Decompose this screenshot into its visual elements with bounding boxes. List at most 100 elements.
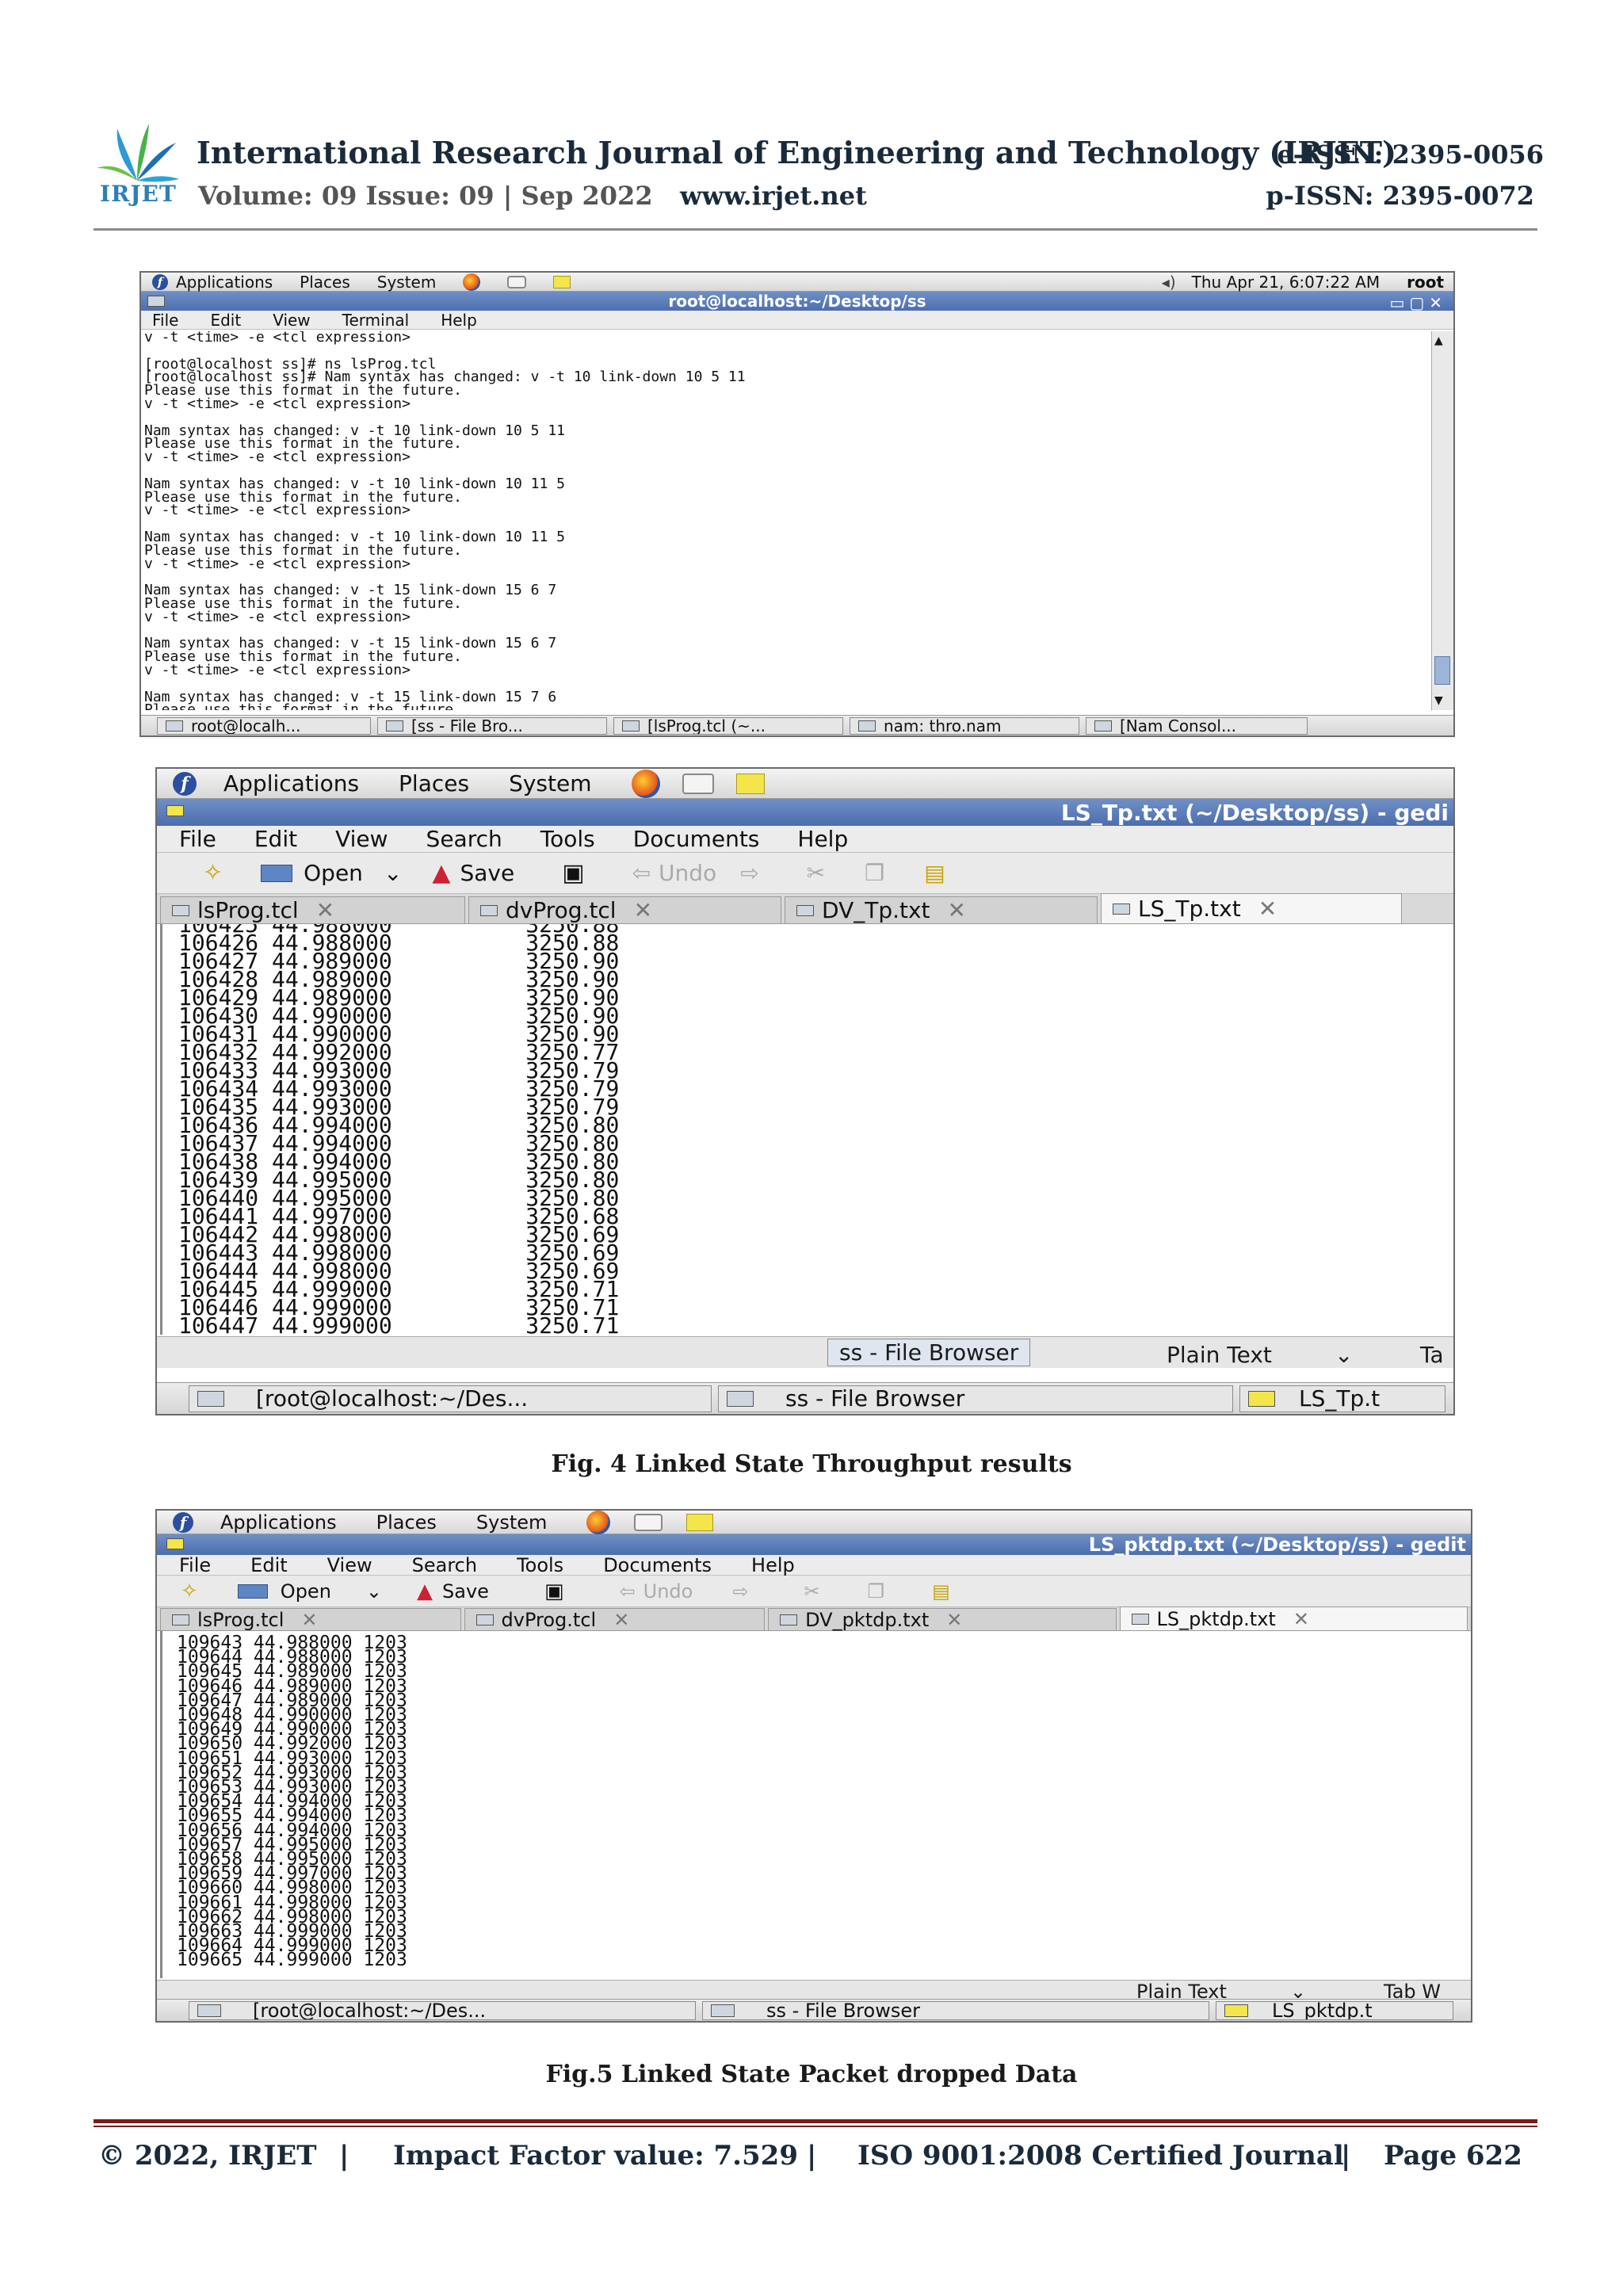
new-file-icon[interactable]: ✧	[181, 1580, 198, 1603]
task-terminal[interactable]: root@localh...	[157, 716, 371, 735]
mail-icon[interactable]	[507, 275, 527, 288]
panel-places[interactable]: Places	[376, 1511, 437, 1534]
tab-dvprog[interactable]: dvProg.tcl ✕	[468, 896, 781, 923]
tab-dv-pktdp[interactable]: DV_pktdp.txt ✕	[768, 1608, 1117, 1631]
menu-view[interactable]: View	[335, 826, 388, 852]
panel-clock[interactable]: Thu Apr 21, 6:07:22 AM	[1192, 273, 1380, 292]
close-tab-icon[interactable]: ✕	[316, 897, 334, 923]
print-icon[interactable]: ▣	[544, 1580, 564, 1603]
task-file-browser[interactable]: ss - File Browser	[702, 2000, 1209, 2020]
undo-button[interactable]: Undo	[643, 1580, 693, 1603]
tab-lsprog[interactable]: lsProg.tcl ✕	[160, 1608, 461, 1631]
gedit-text-area[interactable]: 109643 44.988000 1203 109644 44.988000 12…	[160, 1631, 1469, 1978]
open-dropdown-icon[interactable]: ⌄	[366, 1580, 382, 1603]
window-controls-icon[interactable]: ▭▢✕	[1389, 293, 1447, 312]
menu-documents[interactable]: Documents	[633, 826, 760, 852]
panel-places[interactable]: Places	[300, 273, 350, 292]
open-folder-icon[interactable]	[237, 1584, 268, 1599]
save-icon[interactable]: ▲	[417, 1580, 433, 1603]
copy-icon[interactable]: ❐	[865, 860, 884, 886]
mail-icon[interactable]	[682, 773, 714, 794]
task-lsprog[interactable]: [lsProg.tcl (~...	[613, 716, 843, 735]
menu-edit[interactable]: Edit	[210, 311, 241, 330]
save-icon[interactable]: ▲	[432, 859, 450, 887]
close-tab-icon[interactable]: ✕	[613, 1609, 629, 1631]
menu-help[interactable]: Help	[441, 311, 477, 330]
task-nam-console[interactable]: [Nam Consol...	[1086, 716, 1308, 735]
menu-tools[interactable]: Tools	[517, 1554, 563, 1576]
mail-icon[interactable]	[634, 1513, 663, 1531]
close-tab-icon[interactable]: ✕	[634, 897, 652, 923]
paste-icon[interactable]: ▤	[924, 860, 945, 886]
task-nam[interactable]: nam: thro.nam	[850, 716, 1079, 735]
volume-icon[interactable]: ◂)	[1162, 273, 1176, 292]
undo-button[interactable]: Undo	[659, 860, 716, 886]
menu-file[interactable]: File	[179, 826, 216, 852]
task-terminal[interactable]: [root@localhost:~/Des...	[189, 2000, 696, 2020]
open-folder-icon[interactable]	[261, 864, 293, 882]
notes-icon[interactable]	[686, 1513, 714, 1531]
terminal-scrollbar[interactable]: ▲ ▼	[1431, 331, 1453, 710]
open-button[interactable]: Open	[281, 1580, 331, 1603]
menu-search[interactable]: Search	[412, 1554, 477, 1576]
scroll-down-icon[interactable]: ▼	[1434, 694, 1443, 707]
tab-ls-tp[interactable]: LS_Tp.txt ✕	[1101, 893, 1402, 923]
close-tab-icon[interactable]: ✕	[1258, 896, 1277, 922]
menu-terminal[interactable]: Terminal	[342, 311, 410, 330]
close-tab-icon[interactable]: ✕	[1293, 1608, 1309, 1630]
notes-icon[interactable]	[553, 275, 571, 288]
panel-places[interactable]: Places	[399, 770, 469, 797]
redo-icon[interactable]: ⇨	[740, 860, 758, 886]
close-tab-icon[interactable]: ✕	[301, 1609, 317, 1631]
close-tab-icon[interactable]: ✕	[946, 1609, 962, 1631]
task-gedit[interactable]: LS_pktdp.t	[1216, 2000, 1453, 2020]
panel-applications[interactable]: Applications	[223, 770, 359, 797]
file-browser-tooltip[interactable]: ss - File Browser	[827, 1339, 1031, 1366]
panel-system[interactable]: System	[509, 770, 591, 797]
menu-documents[interactable]: Documents	[603, 1554, 712, 1576]
cut-icon[interactable]: ✂	[807, 860, 825, 886]
menu-edit[interactable]: Edit	[250, 1554, 287, 1576]
menu-help[interactable]: Help	[751, 1554, 795, 1576]
panel-applications[interactable]: Applications	[176, 273, 273, 292]
print-icon[interactable]: ▣	[562, 859, 584, 887]
task-gedit[interactable]: LS_Tp.t	[1239, 1385, 1445, 1412]
menu-view[interactable]: View	[327, 1554, 372, 1576]
scroll-thumb[interactable]	[1434, 656, 1450, 685]
panel-system[interactable]: System	[377, 273, 437, 292]
task-file-browser[interactable]: ss - File Browser	[718, 1385, 1233, 1412]
undo-icon[interactable]: ⇦	[632, 860, 651, 886]
firefox-icon[interactable]	[463, 273, 481, 291]
tab-dvprog[interactable]: dvProg.tcl ✕	[464, 1608, 766, 1631]
tab-ls-pktdp[interactable]: LS_pktdp.txt ✕	[1119, 1606, 1468, 1630]
cut-icon[interactable]: ✂	[804, 1580, 819, 1603]
tab-lsprog[interactable]: lsProg.tcl ✕	[160, 896, 465, 923]
save-button[interactable]: Save	[460, 860, 514, 886]
menu-search[interactable]: Search	[426, 826, 502, 852]
panel-applications[interactable]: Applications	[220, 1511, 337, 1534]
task-file-browser[interactable]: [ss - File Bro...	[377, 716, 607, 735]
menu-edit[interactable]: Edit	[254, 826, 297, 852]
terminal-output[interactable]: v -t <time> -e <tcl expression> [root@lo…	[141, 331, 1431, 710]
task-terminal[interactable]: [root@localhost:~/Des...	[189, 1385, 712, 1412]
notes-icon[interactable]	[735, 773, 765, 794]
redo-icon[interactable]: ⇨	[732, 1580, 748, 1603]
menu-tools[interactable]: Tools	[540, 826, 595, 852]
copy-icon[interactable]: ❐	[868, 1580, 885, 1603]
tab-dv-tp[interactable]: DV_Tp.txt ✕	[785, 896, 1098, 923]
open-dropdown-icon[interactable]: ⌄	[384, 860, 402, 886]
close-tab-icon[interactable]: ✕	[948, 897, 966, 923]
language-dropdown-icon[interactable]: ⌄	[1335, 1342, 1353, 1368]
open-button[interactable]: Open	[304, 860, 363, 886]
scroll-up-icon[interactable]: ▲	[1434, 334, 1443, 347]
paste-icon[interactable]: ▤	[932, 1580, 950, 1603]
firefox-icon[interactable]	[631, 769, 660, 798]
gedit-text-area[interactable]: 106425 44.988000 3250.88 106426 44.988000…	[160, 924, 1452, 1335]
undo-icon[interactable]: ⇦	[620, 1580, 636, 1603]
menu-file[interactable]: File	[152, 311, 178, 330]
new-file-icon[interactable]: ✧	[203, 859, 223, 887]
language-selector[interactable]: Plain Text	[1167, 1342, 1272, 1368]
menu-help[interactable]: Help	[797, 826, 848, 852]
menu-view[interactable]: View	[273, 311, 310, 330]
tab-width-selector[interactable]: Ta	[1420, 1342, 1444, 1368]
